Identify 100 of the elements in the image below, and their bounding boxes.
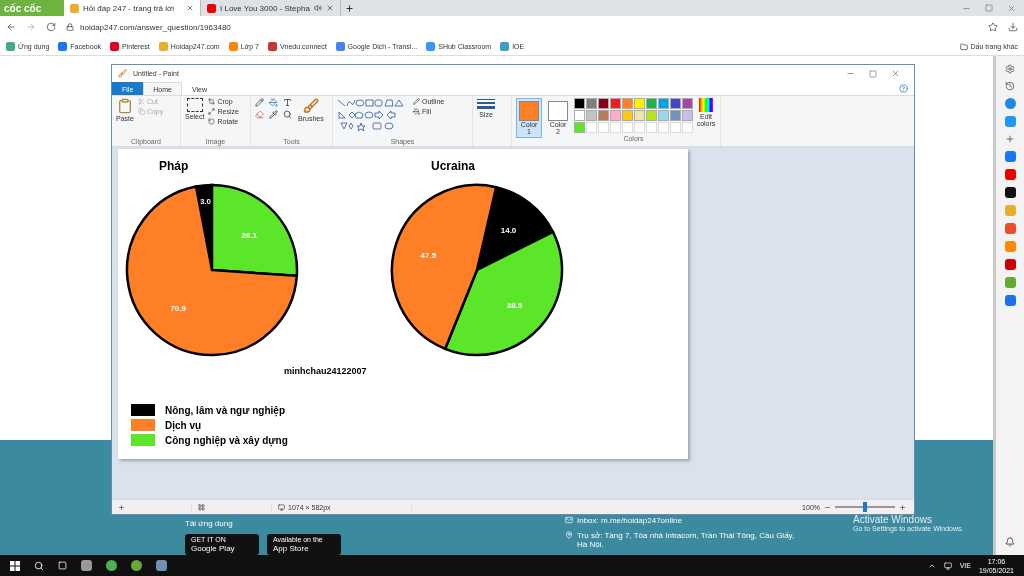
fill-icon[interactable] <box>269 98 278 107</box>
task-view-icon[interactable] <box>58 561 67 570</box>
add-icon[interactable] <box>1005 134 1015 144</box>
site-icon <box>110 42 120 51</box>
windows-logo-icon[interactable] <box>10 560 20 571</box>
speaker-icon <box>313 4 322 12</box>
chart-title: Ucraina <box>431 159 476 173</box>
color-swatch[interactable] <box>610 110 621 121</box>
mail-icon <box>565 516 573 524</box>
office-address: Trụ sở: Tầng 7, Tòa nhà Intracom, Trần Thái Tông, Cầu Giấy, Hà Nội. <box>577 531 795 549</box>
new-tab-icon[interactable] <box>344 3 354 13</box>
pencil-icon <box>413 98 420 105</box>
maximize-icon[interactable] <box>985 4 993 12</box>
close-icon[interactable] <box>186 4 194 12</box>
color-swatch[interactable] <box>622 98 633 109</box>
value-label: 70.9 <box>170 304 186 314</box>
settings-icon[interactable] <box>1005 64 1015 74</box>
close-icon[interactable] <box>325 4 334 12</box>
color-swatch[interactable] <box>658 98 669 109</box>
selection-icon <box>186 98 203 112</box>
reload-icon[interactable] <box>46 22 56 32</box>
rotate-icon <box>208 118 216 125</box>
maximize-icon[interactable] <box>869 69 877 78</box>
browser-tab[interactable]: Hỏi đáp 247 - trang trả lời <box>64 0 201 16</box>
browser-tab[interactable]: I Love You 3000 - Stepha <box>201 0 341 16</box>
magnifier-icon[interactable] <box>283 110 292 119</box>
app-icon[interactable] <box>81 560 92 571</box>
site-icon <box>228 42 238 51</box>
brush-icon <box>302 98 319 114</box>
value-label: 3.0 <box>199 196 211 206</box>
value-label: 47.5 <box>420 250 437 260</box>
color-preview <box>548 101 568 121</box>
site-icon <box>500 42 510 51</box>
help-icon[interactable] <box>899 84 908 93</box>
inbox-text: Inbox: m.me/hoidap247online <box>577 516 682 525</box>
color-swatch[interactable] <box>598 98 609 109</box>
folder-icon <box>959 42 968 51</box>
back-icon[interactable] <box>6 22 16 32</box>
history-icon[interactable] <box>1005 81 1015 91</box>
network-icon[interactable] <box>943 561 952 570</box>
color-swatch[interactable] <box>658 110 669 121</box>
app-icon[interactable] <box>131 560 142 571</box>
site-icon <box>70 3 79 13</box>
site-icon <box>58 42 68 51</box>
canvas-size-icon <box>278 503 285 511</box>
site-icon <box>207 3 216 13</box>
lock-icon <box>66 23 74 31</box>
bookmark-star-icon[interactable] <box>988 22 998 32</box>
close-icon[interactable] <box>1007 3 1016 13</box>
color-swatch[interactable] <box>670 98 681 109</box>
clipboard-icon <box>116 98 133 114</box>
zoom-slider-thumb[interactable] <box>863 502 867 512</box>
color-preview <box>519 101 539 121</box>
value-label: 38.5 <box>506 300 523 310</box>
color-swatch[interactable] <box>574 110 585 121</box>
notification-icon[interactable] <box>1005 537 1015 547</box>
site-icon <box>426 42 436 51</box>
line-width-icon <box>477 98 495 110</box>
color-swatch[interactable] <box>682 110 693 121</box>
color-swatch[interactable] <box>586 110 597 121</box>
value-label: 26.1 <box>241 231 258 241</box>
color-swatch[interactable] <box>574 122 585 133</box>
legend-label: Nông, lâm và ngư nghiệp <box>165 404 286 416</box>
resize-icon <box>208 108 216 115</box>
eraser-icon[interactable] <box>255 110 264 119</box>
site-icon <box>158 42 168 51</box>
color-swatch[interactable] <box>682 98 693 109</box>
color-swatch[interactable] <box>646 110 657 121</box>
color-swatch[interactable] <box>598 110 609 121</box>
color-picker-icon[interactable] <box>269 110 278 119</box>
browser-logo: cốc cốc <box>0 0 64 16</box>
color-swatch[interactable] <box>634 110 645 121</box>
color-swatch[interactable] <box>646 98 657 109</box>
value-label: 14.0 <box>500 225 517 235</box>
scissors-icon <box>137 98 145 105</box>
color-swatch[interactable] <box>670 110 681 121</box>
search-icon[interactable] <box>34 560 44 571</box>
app-icon[interactable] <box>106 560 117 571</box>
color-swatch[interactable] <box>574 98 585 109</box>
text-icon[interactable] <box>283 98 292 107</box>
color-swatch[interactable] <box>610 98 621 109</box>
address-field[interactable]: hoidap247.com/answer_question/1963480 <box>80 22 231 32</box>
download-icon[interactable] <box>1008 22 1018 32</box>
chart-title: Pháp <box>159 159 189 173</box>
color-swatch[interactable] <box>634 98 645 109</box>
site-icon <box>267 42 277 51</box>
forward-icon[interactable] <box>26 22 36 32</box>
section-label: Tải ứng dụng <box>185 519 234 528</box>
site-icon <box>335 42 345 51</box>
app-icon[interactable] <box>1004 187 1016 198</box>
close-icon[interactable] <box>891 69 900 78</box>
paint-app-icon <box>118 69 127 78</box>
color-swatch[interactable] <box>586 98 597 109</box>
color-swatch[interactable] <box>622 110 633 121</box>
crop-icon <box>208 98 216 105</box>
zoom-in-icon[interactable] <box>899 503 906 511</box>
spectrum-icon <box>699 98 713 112</box>
copy-icon <box>137 108 145 115</box>
activation-title: Activate Windows <box>853 514 933 525</box>
pencil-icon[interactable] <box>255 98 264 107</box>
